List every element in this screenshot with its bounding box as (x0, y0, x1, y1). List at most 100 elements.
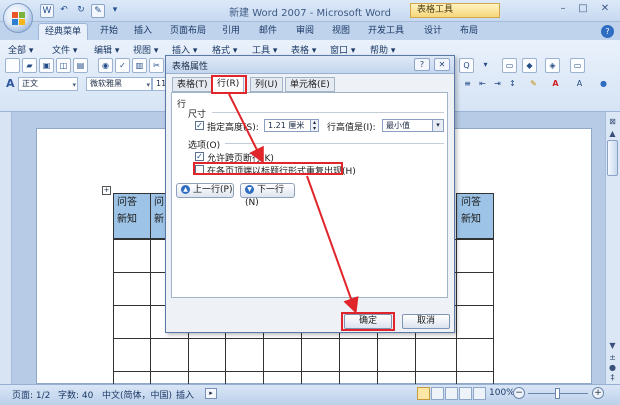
height-rule-select[interactable]: 最小值 ▾ (382, 119, 444, 132)
table-move-handle-icon[interactable]: + (102, 186, 111, 195)
maximize-button[interactable]: □ (574, 3, 592, 17)
up-arrow-icon: ▲ (181, 185, 190, 194)
highlight-icon[interactable]: ✎ (526, 77, 541, 92)
menu-file[interactable]: 文件 ▾ (52, 43, 77, 56)
permission-icon[interactable]: ◫ (56, 58, 71, 73)
fill-icon[interactable]: ◈ (545, 58, 560, 73)
tab-classic-menu[interactable]: 经典菜单 (38, 23, 89, 40)
office-button[interactable] (3, 3, 33, 33)
save-icon[interactable]: ▣ (39, 58, 54, 73)
print-icon[interactable]: ▤ (73, 58, 88, 73)
down-arrow-icon: ▼ (245, 185, 254, 194)
header-text-right-1: 问答 (461, 197, 481, 208)
header-text-1: 问答 (117, 197, 137, 208)
increase-indent-icon[interactable]: ⇥ (490, 77, 505, 92)
help-small-icon[interactable]: ● (596, 77, 611, 92)
next-row-button[interactable]: ▼ 下一行(N) (240, 183, 295, 208)
style-icon[interactable]: A (6, 77, 15, 90)
row-section-label: 行 (177, 100, 187, 110)
tab-design[interactable]: 设计 (418, 23, 448, 40)
decrease-indent-icon[interactable]: ⇤ (475, 77, 490, 92)
dialog-close-icon[interactable]: ✕ (434, 58, 450, 71)
open-folder-icon[interactable]: ▰ (22, 58, 37, 73)
font-value: 微软雅黑 (90, 79, 122, 88)
zoom-out-icon[interactable]: − (513, 387, 525, 399)
select-arrow-icon: ▾ (432, 120, 443, 131)
draft-view-icon[interactable] (473, 387, 486, 400)
full-screen-view-icon[interactable] (431, 387, 444, 400)
height-rule-value: 最小值 (386, 121, 410, 130)
window-title: 新建 Word 2007 - Microsoft Word (229, 8, 391, 19)
sort-icon[interactable]: ↕ (505, 77, 520, 92)
insert-shape-icon[interactable]: ◆ (522, 58, 537, 73)
research-icon[interactable]: ▥ (132, 58, 147, 73)
print-layout-view-icon[interactable] (417, 387, 430, 400)
zoom-icon[interactable]: Q (459, 58, 474, 73)
help-icon[interactable]: ? (601, 25, 614, 38)
print-preview-icon[interactable]: ◉ (98, 58, 113, 73)
close-button[interactable]: ✕ (596, 3, 614, 17)
next-page-icon[interactable]: ‡ (606, 372, 619, 384)
tab-developer[interactable]: 开发工具 (362, 23, 410, 40)
scrollbar-thumb[interactable] (607, 140, 618, 176)
menu-edit[interactable]: 编辑 ▾ (94, 43, 119, 56)
zoom-slider-thumb[interactable] (555, 388, 560, 399)
numbering-icon[interactable]: ≡ (460, 77, 475, 92)
style-combo[interactable]: 正文 ▾ (18, 77, 78, 91)
table-tools-label: 表格工具 (410, 3, 500, 18)
language-indicator[interactable]: 中文(简体，中国) (102, 388, 172, 401)
header-text-right-2: 新知 (461, 214, 481, 225)
size-group-label: 尺寸 (188, 110, 207, 120)
menu-all[interactable]: 全部 ▾ (8, 43, 33, 56)
text-effect-icon[interactable]: A (572, 77, 587, 92)
header-text-3: 问 (154, 197, 164, 208)
tab-layout[interactable]: 布局 (454, 23, 484, 40)
page-indicator[interactable]: 页面: 1/2 (12, 388, 50, 401)
tab-home[interactable]: 开始 (94, 23, 124, 40)
font-combo[interactable]: 微软雅黑 ▾ (86, 77, 152, 91)
cut-icon[interactable]: ✂ (149, 58, 164, 73)
height-spinner-icon[interactable]: ▴ ▾ (310, 119, 319, 132)
tab-view[interactable]: 视图 (326, 23, 356, 40)
allow-row-break-checkbox[interactable]: ✓ (195, 152, 204, 161)
font-size-combo[interactable]: 11 (152, 77, 166, 91)
cancel-button[interactable]: 取消 (402, 314, 450, 329)
office-logo-icon (12, 12, 25, 25)
macro-icon[interactable]: ▸ (205, 388, 217, 399)
tab-mailings[interactable]: 邮件 (253, 23, 283, 40)
size-separator (212, 112, 444, 113)
window-layout-icon[interactable]: ▭ (570, 58, 585, 73)
tab-review[interactable]: 审阅 (290, 23, 320, 40)
ruler-toggle-icon[interactable]: ⊠ (606, 116, 619, 128)
row-height-input[interactable]: 1.21 厘米 (264, 119, 316, 132)
previous-row-label: 上一行(P) (193, 185, 233, 195)
minimize-button[interactable]: – (554, 3, 572, 17)
word-count[interactable]: 字数: 40 (58, 388, 93, 401)
frame-icon[interactable]: ▭ (502, 58, 517, 73)
dialog-title-bar[interactable] (166, 56, 454, 74)
tab-cell[interactable]: 单元格(E) (285, 77, 335, 92)
scroll-up-icon[interactable]: ▲ (606, 128, 619, 140)
web-layout-view-icon[interactable] (445, 387, 458, 400)
insert-mode-indicator[interactable]: 插入 (176, 388, 194, 401)
zoom-level[interactable]: 100% (489, 388, 515, 398)
highlight-row-tab (211, 75, 247, 94)
specify-height-checkbox[interactable]: ✓ (195, 121, 204, 130)
spelling-icon[interactable]: ✓ (115, 58, 130, 73)
tab-table[interactable]: 表格(T) (172, 77, 213, 92)
dialog-help-icon[interactable]: ? (414, 58, 430, 71)
zoom-in-icon[interactable]: + (592, 387, 604, 399)
tab-page-layout[interactable]: 页面布局 (164, 23, 212, 40)
font-color-icon[interactable]: A (548, 77, 563, 92)
previous-row-button[interactable]: ▲ 上一行(P) (176, 183, 234, 198)
menu-view[interactable]: 视图 ▾ (133, 43, 158, 56)
dropdown-small-icon[interactable]: ▾ (478, 58, 493, 73)
tab-references[interactable]: 引用 (216, 23, 246, 40)
tab-insert[interactable]: 插入 (128, 23, 158, 40)
scroll-down-icon[interactable]: ▼ (606, 340, 619, 352)
outline-view-icon[interactable] (459, 387, 472, 400)
highlight-repeat-header (193, 162, 343, 175)
options-group-label: 选项(O) (188, 141, 221, 151)
new-document-icon[interactable] (5, 58, 20, 73)
tab-column[interactable]: 列(U) (250, 77, 283, 92)
